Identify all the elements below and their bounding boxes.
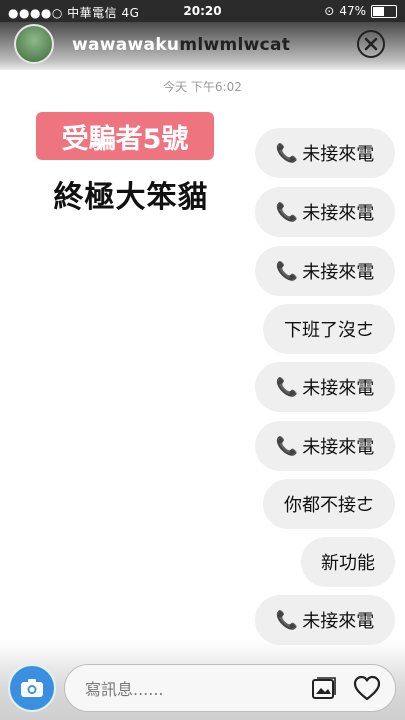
message-missed-call[interactable]: 📞 未接來電	[255, 187, 395, 237]
battery-percent: 47%	[339, 4, 366, 18]
lock-rotation-icon: ⊙	[324, 4, 335, 18]
message-composer	[64, 664, 396, 712]
message-missed-call[interactable]: 📞 未接來電	[255, 362, 395, 412]
message-missed-call[interactable]: 📞 未接來電	[255, 246, 395, 296]
message-text[interactable]: 下班了沒ㄜ	[263, 304, 395, 354]
close-icon	[364, 37, 378, 51]
message-text[interactable]: 新功能	[301, 537, 395, 587]
status-right: ⊙ 47%	[324, 4, 397, 18]
heart-icon	[353, 675, 381, 701]
chat-timestamp: 今天 下午6:02	[163, 80, 242, 94]
victim-tag: 受騙者5號	[36, 112, 214, 160]
message-missed-call[interactable]: 📞 未接來電	[255, 128, 395, 178]
message-input[interactable]	[83, 677, 297, 701]
close-button[interactable]	[357, 30, 385, 58]
phone-icon: 📞	[275, 260, 299, 282]
phone-icon: 📞	[275, 376, 299, 398]
username[interactable]: wawawakumlwmlwcat	[72, 35, 290, 55]
battery-icon	[371, 4, 397, 18]
camera-button[interactable]	[8, 664, 56, 712]
camera-icon	[21, 679, 43, 697]
status-bar: ●●●●○ 中華電信 4G 20:20 ⊙ 47%	[0, 0, 405, 22]
message-missed-call[interactable]: 📞 未接來電	[255, 595, 395, 645]
like-button[interactable]	[353, 675, 381, 701]
chat-header: wawawakumlwmlwcat	[0, 22, 405, 70]
gallery-button[interactable]	[311, 675, 337, 701]
message-text[interactable]: 你都不接ㄜ	[263, 479, 395, 529]
phone-icon: 📞	[275, 609, 299, 631]
gallery-icon	[312, 677, 336, 699]
phone-icon: 📞	[275, 435, 299, 457]
message-missed-call[interactable]: 📞 未接來電	[255, 421, 395, 471]
overlay-caption: 終極大笨貓	[53, 180, 209, 215]
phone-icon: 📞	[275, 142, 299, 164]
phone-icon: 📞	[275, 201, 299, 223]
avatar[interactable]	[14, 24, 54, 64]
